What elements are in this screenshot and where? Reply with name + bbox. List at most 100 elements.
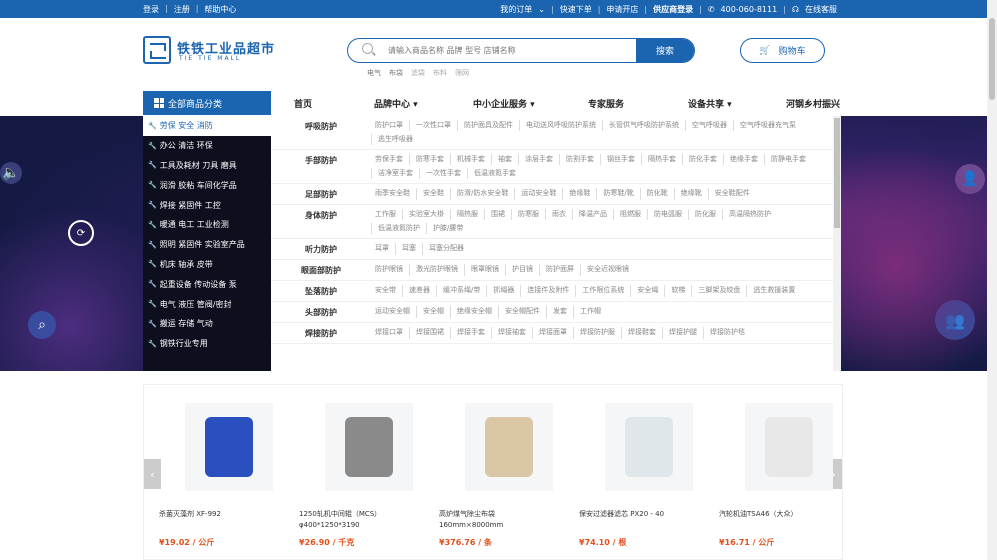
category-item[interactable]: 🔧 劳保 安全 消防 [143,116,271,136]
category-group-label[interactable]: 焊接防护 [271,327,371,339]
product-name[interactable]: 杀菌灭藻剂 XF-992 [159,509,279,531]
subcategory-link[interactable]: 袖套 [491,154,518,165]
subcategory-link[interactable]: 绝缘手套 [723,154,764,165]
register-link[interactable]: 注册 [174,4,190,15]
category-item[interactable]: 🔧 钢铁行业专用 [143,334,271,354]
online-service-link[interactable]: 在线客服 [805,4,837,15]
panel-scrollbar[interactable] [833,116,841,371]
page-scrollbar[interactable] [987,0,997,560]
subcategory-link[interactable]: 雨衣 [545,209,572,220]
subcategory-link[interactable]: 眼罩眼镜 [464,264,505,276]
subcategory-link[interactable]: 耳罩 [371,243,395,255]
product-card[interactable]: 杀菌灭藻剂 XF-992 ¥19.02 / 公斤 [159,403,279,548]
product-name[interactable]: 1250轧机中间辊（MCS）φ400*1250*3190 [299,509,419,531]
subcategory-link[interactable]: 实验室大褂 [402,209,450,220]
subcategory-link[interactable]: 机械手套 [450,154,491,165]
login-link[interactable]: 登录 [143,4,159,15]
subcategory-link[interactable]: 防化手套 [682,154,723,165]
category-item[interactable]: 🔧 工具及耗材 刀具 磨具 [143,156,271,176]
subcategory-link[interactable]: 绝缘安全帽 [450,306,498,318]
subcategory-link[interactable]: 隔热服 [450,209,484,220]
subcategory-link[interactable]: 安全绳 [630,285,664,297]
all-categories-button[interactable]: 全部商品分类 [143,91,271,115]
product-name[interactable]: 保安过滤器滤芯 PX20 - 40 [579,509,699,531]
subcategory-link[interactable]: 一次性口罩 [409,120,457,131]
subcategory-link[interactable]: 耳塞 [395,243,422,255]
subcategory-link[interactable]: 电动送风呼吸防护系统 [519,120,602,131]
hotword-link[interactable]: 筛网 [455,68,469,78]
subcategory-link[interactable]: 空气呼吸器充气泵 [733,120,802,131]
subcategory-link[interactable]: 发套 [546,306,573,318]
subcategory-link[interactable]: 防化服 [688,209,722,220]
subcategory-link[interactable]: 工作帽 [573,306,607,318]
subcategory-link[interactable]: 抓绳器 [486,285,520,297]
supplier-login-link[interactable]: 供应商登录 [653,4,693,15]
category-item[interactable]: 🔧 焊接 紧固件 工控 [143,195,271,215]
subcategory-link[interactable]: 焊接鞋套 [621,327,662,339]
category-item[interactable]: 🔧 机床 轴承 皮带 [143,255,271,275]
subcategory-link[interactable]: 焊接手套 [450,327,491,339]
subcategory-link[interactable]: 激光防护眼镜 [409,264,464,276]
subcategory-link[interactable]: 工作限位系统 [575,285,630,297]
subcategory-link[interactable]: 安全近视眼镜 [580,264,635,276]
category-item[interactable]: 🔧 润滑 胶粘 车间化学品 [143,175,271,195]
subcategory-link[interactable]: 防护眼镜 [371,264,409,276]
subcategory-link[interactable]: 焊接护腿 [662,327,703,339]
subcategory-link[interactable]: 绝缘鞋 [562,188,596,200]
subcategory-link[interactable]: 高温隔热防护 [722,209,777,220]
subcategory-link[interactable]: 护目镜 [505,264,539,276]
subcategory-link[interactable]: 运动安全鞋 [514,188,562,200]
product-image[interactable] [745,403,833,491]
subcategory-link[interactable]: 一次性手套 [419,168,467,179]
category-group-label[interactable]: 眼面部防护 [271,264,371,276]
category-group-label[interactable]: 头部防护 [271,306,371,318]
subcategory-link[interactable]: 劳保手套 [371,154,409,165]
hotword-link[interactable]: 电气 [367,68,381,78]
product-card[interactable]: 1250轧机中间辊（MCS）φ400*1250*3190 ¥26.90 / 千克 [299,403,419,548]
subcategory-link[interactable]: 速差器 [402,285,436,297]
product-image[interactable] [325,403,413,491]
nav-expert-services[interactable]: 专家服务 [588,97,624,110]
subcategory-link[interactable]: 逃生呼吸器 [371,134,419,145]
product-name[interactable]: 高炉煤气除尘布袋 160mm×8000mm [439,509,559,531]
subcategory-link[interactable]: 防化靴 [639,188,674,200]
subcategory-link[interactable]: 连接件及附件 [520,285,575,297]
subcategory-link[interactable]: 安全帽 [416,306,450,318]
subcategory-link[interactable]: 防电弧服 [647,209,688,220]
hotword-link[interactable]: 布料 [433,68,447,78]
subcategory-link[interactable]: 耳塞分配器 [422,243,470,255]
category-group-label[interactable]: 坠落防护 [271,285,371,297]
subcategory-link[interactable]: 焊接防护毯 [703,327,751,339]
subcategory-link[interactable]: 防寒手套 [409,154,450,165]
hotword-link[interactable]: 布袋 [389,68,403,78]
subcategory-link[interactable]: 洁净室手套 [371,168,419,179]
nav-sme-services[interactable]: 中小企业服务 ▾ [473,97,535,110]
subcategory-link[interactable]: 低温液氮手套 [467,168,522,179]
subcategory-link[interactable]: 雨季安全鞋 [371,188,416,200]
site-logo[interactable]: 铁铁工业品超市 TIE TIE MALL [143,36,274,66]
category-item[interactable]: 🔧 搬运 存储 气动 [143,314,271,334]
subcategory-link[interactable]: 运动安全帽 [371,306,416,318]
nav-brand-center[interactable]: 品牌中心 ▾ [374,97,418,110]
subcategory-link[interactable]: 阻燃服 [613,209,647,220]
subcategory-link[interactable]: 围裙 [484,209,511,220]
category-group-label[interactable]: 呼吸防护 [271,120,371,145]
subcategory-link[interactable]: 空气呼吸器 [685,120,733,131]
category-item[interactable]: 🔧 照明 紧固件 实验室产品 [143,235,271,255]
subcategory-link[interactable]: 护膝/腰带 [426,223,469,234]
subcategory-link[interactable]: 安全鞋配件 [707,188,756,200]
subcategory-link[interactable]: 防寒鞋/靴 [596,188,639,200]
category-group-label[interactable]: 手部防护 [271,154,371,179]
nav-equipment-sharing[interactable]: 设备共享 ▾ [688,97,732,110]
subcategory-link[interactable]: 涂层手套 [518,154,559,165]
my-orders-link[interactable]: 我的订单 [500,4,532,15]
category-item[interactable]: 🔧 办公 清洁 环保 [143,136,271,156]
subcategory-link[interactable]: 隔热手套 [641,154,682,165]
help-link[interactable]: 帮助中心 [204,4,236,15]
category-group-label[interactable]: 听力防护 [271,243,371,255]
nav-rural-revitalization[interactable]: 河钢乡村振兴 [786,97,840,110]
product-image[interactable] [605,403,693,491]
hotword-link[interactable]: 滤袋 [411,68,425,78]
subcategory-link[interactable]: 防护面具及配件 [457,120,519,131]
subcategory-link[interactable]: 防护口罩 [371,120,409,131]
